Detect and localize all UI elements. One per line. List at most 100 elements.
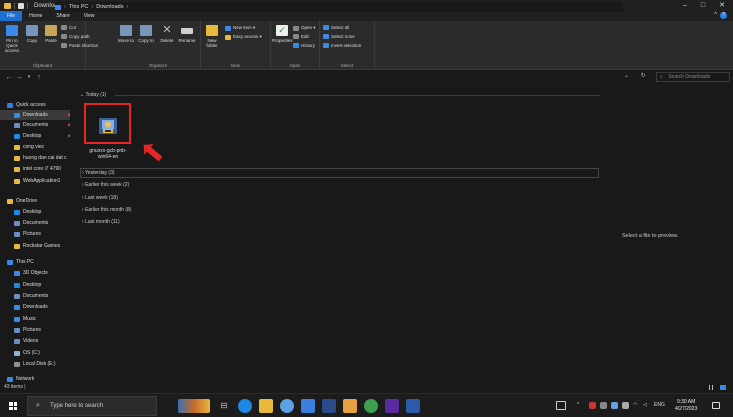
select-all-button[interactable]: Select all xyxy=(323,25,349,30)
large-icons-view-icon[interactable] xyxy=(720,385,726,390)
nav-item-documents[interactable]: Documents xyxy=(0,291,70,301)
tab-home[interactable]: Home xyxy=(22,11,49,21)
file-name[interactable]: gnuxxx-gcb-pnb- win64-en xyxy=(86,148,130,160)
nav-item-downloads[interactable]: Downloads 📌 xyxy=(0,110,70,120)
paste-shortcut-button[interactable]: Paste shortcut xyxy=(61,43,98,48)
rename-button[interactable]: Rename xyxy=(177,25,197,43)
delete-button[interactable]: ✕ Delete xyxy=(157,25,177,44)
nav-item-rockstar-games[interactable]: Rockstar Games xyxy=(0,241,70,251)
nav-item-huong-dan-cai-dat-c[interactable]: huong dan cai dat c xyxy=(0,153,70,163)
edge-browser-icon[interactable] xyxy=(238,399,252,413)
search-input[interactable]: ⌕ Search Downloads xyxy=(656,72,730,82)
select-none-button[interactable]: Select none xyxy=(323,34,355,39)
copy-to-button[interactable]: Copy to xyxy=(136,25,156,43)
clock[interactable]: 9:30 AM 4/27/2023 xyxy=(675,399,697,413)
back-arrow-icon[interactable]: ← xyxy=(4,74,14,81)
group-header-last-month[interactable]: › Last month (11) xyxy=(82,219,120,225)
copy-button[interactable]: Copy xyxy=(22,25,42,43)
move-to-button[interactable]: Move to xyxy=(116,25,136,43)
forward-arrow-icon[interactable]: → xyxy=(14,74,24,81)
address-bar[interactable]: › This PC › Downloads › xyxy=(55,2,623,12)
close-button[interactable]: ✕ xyxy=(713,0,731,11)
group-header-last-week[interactable]: › Last week (18) xyxy=(82,195,118,201)
task-view-icon[interactable]: ⊟ xyxy=(217,399,231,413)
nav-item-desktop[interactable]: Desktop xyxy=(0,280,70,290)
app-icon[interactable] xyxy=(364,399,378,413)
tray-app-icon[interactable] xyxy=(600,402,607,409)
news-widget-icon[interactable] xyxy=(178,399,210,413)
tray-app-icon[interactable] xyxy=(611,402,618,409)
tab-view[interactable]: View xyxy=(77,11,102,21)
battery-icon[interactable] xyxy=(622,402,629,409)
nav-item-3d-objects[interactable]: 3D Objects xyxy=(0,268,70,278)
taskbar-search-input[interactable]: Type here to search xyxy=(27,396,157,416)
teams-icon[interactable] xyxy=(301,399,315,413)
nav-item-documents[interactable]: Documents 📌 xyxy=(0,120,70,130)
nav-item-music[interactable]: Music xyxy=(0,314,70,324)
up-arrow-icon[interactable]: ↑ xyxy=(34,74,44,81)
address-dropdown-chevron-icon[interactable]: ⌄ xyxy=(624,73,629,79)
wifi-icon[interactable]: ◠ xyxy=(633,402,637,408)
collapse-ribbon-icon[interactable]: ^ xyxy=(714,12,717,18)
properties-button[interactable]: ✓ Properties xyxy=(272,25,293,43)
breadcrumb-downloads[interactable]: Downloads xyxy=(96,4,123,10)
chrome-browser-icon[interactable] xyxy=(280,399,294,413)
tab-share[interactable]: Share xyxy=(49,11,76,21)
pin-to-quick-access-button[interactable]: Pin to Quick access xyxy=(2,25,22,53)
easy-access-button[interactable]: Easy access ▾ xyxy=(225,34,262,40)
notification-icon[interactable] xyxy=(712,402,720,409)
folder-icon xyxy=(14,166,20,172)
history-icon xyxy=(293,43,299,48)
group-header-earlier-this-week[interactable]: › Earlier this week (2) xyxy=(82,182,129,188)
minimize-button[interactable]: – xyxy=(676,0,694,11)
installer-file-icon[interactable] xyxy=(98,116,118,136)
invert-selection-button[interactable]: Invert selection xyxy=(323,43,361,48)
nav-item-label: Music xyxy=(23,316,37,322)
nav-item-pictures[interactable]: Pictures xyxy=(0,325,70,335)
nav-item-webapplication1[interactable]: WebApplication1 xyxy=(0,176,70,186)
nav-item-local-disk-e[interactable]: Local Disk (E:) xyxy=(0,359,70,369)
group-header-earlier-this-month[interactable]: › Earlier this month (8) xyxy=(82,207,131,213)
volume-icon[interactable]: ◁ xyxy=(643,402,647,408)
cut-button[interactable]: Cut xyxy=(61,25,76,30)
nav-item-documents[interactable]: Documents xyxy=(0,218,70,228)
group-header-yesterday[interactable]: › Yesterday (3) xyxy=(82,170,115,176)
edit-button[interactable]: Edit xyxy=(293,34,309,39)
windows-start-icon[interactable] xyxy=(9,402,17,410)
nav-item-os-c[interactable]: OS (C:) xyxy=(0,348,70,358)
breadcrumb-this-pc[interactable]: This PC xyxy=(69,4,89,10)
nav-item-this-pc[interactable]: This PC xyxy=(0,257,70,267)
show-hidden-icons-chevron-icon[interactable]: ^ xyxy=(577,402,579,408)
quick-access-toolbar-icon[interactable] xyxy=(18,2,24,9)
photoshop-icon[interactable] xyxy=(385,399,399,413)
help-icon[interactable]: ? xyxy=(720,12,727,19)
group-header-today[interactable]: ⌄ Today (1) xyxy=(80,92,106,98)
nav-item-desktop[interactable]: Desktop xyxy=(0,207,70,217)
mail-icon[interactable] xyxy=(322,399,336,413)
nav-item-downloads[interactable]: Downloads xyxy=(0,302,70,312)
new-folder-button[interactable]: New folder xyxy=(202,25,222,48)
refresh-icon[interactable]: ↻ xyxy=(641,73,646,79)
nav-item-onedrive[interactable]: OneDrive xyxy=(0,196,70,206)
file-explorer-icon[interactable] xyxy=(259,399,273,413)
open-button[interactable]: Open ▾ xyxy=(293,25,316,31)
nav-item-pictures[interactable]: Pictures xyxy=(0,229,70,239)
maximize-button[interactable]: □ xyxy=(694,0,712,11)
nav-item-cong-viec[interactable]: cong viec xyxy=(0,142,70,152)
recent-locations-chevron-icon[interactable]: ▾ xyxy=(24,74,34,80)
details-view-icon[interactable] xyxy=(709,385,713,390)
new-item-button[interactable]: New item ▾ xyxy=(225,25,255,31)
nav-item-videos[interactable]: Videos xyxy=(0,336,70,346)
language-indicator[interactable]: ENG xyxy=(654,402,665,408)
keyboard-icon[interactable] xyxy=(556,401,566,410)
history-button[interactable]: History xyxy=(293,43,315,48)
paint-icon[interactable] xyxy=(343,399,357,413)
nav-item-quick-access[interactable]: Quick access xyxy=(0,100,70,110)
tab-file[interactable]: File xyxy=(0,11,23,21)
nav-item-desktop[interactable]: Desktop 📌 xyxy=(0,131,70,141)
paste-button[interactable]: Paste xyxy=(41,25,61,43)
tray-app-icon[interactable] xyxy=(589,402,596,409)
word-icon[interactable] xyxy=(406,399,420,413)
copy-path-button[interactable]: Copy path xyxy=(61,34,90,39)
nav-item-intel-core-i7-4790[interactable]: intel core i7 4790 xyxy=(0,164,70,174)
